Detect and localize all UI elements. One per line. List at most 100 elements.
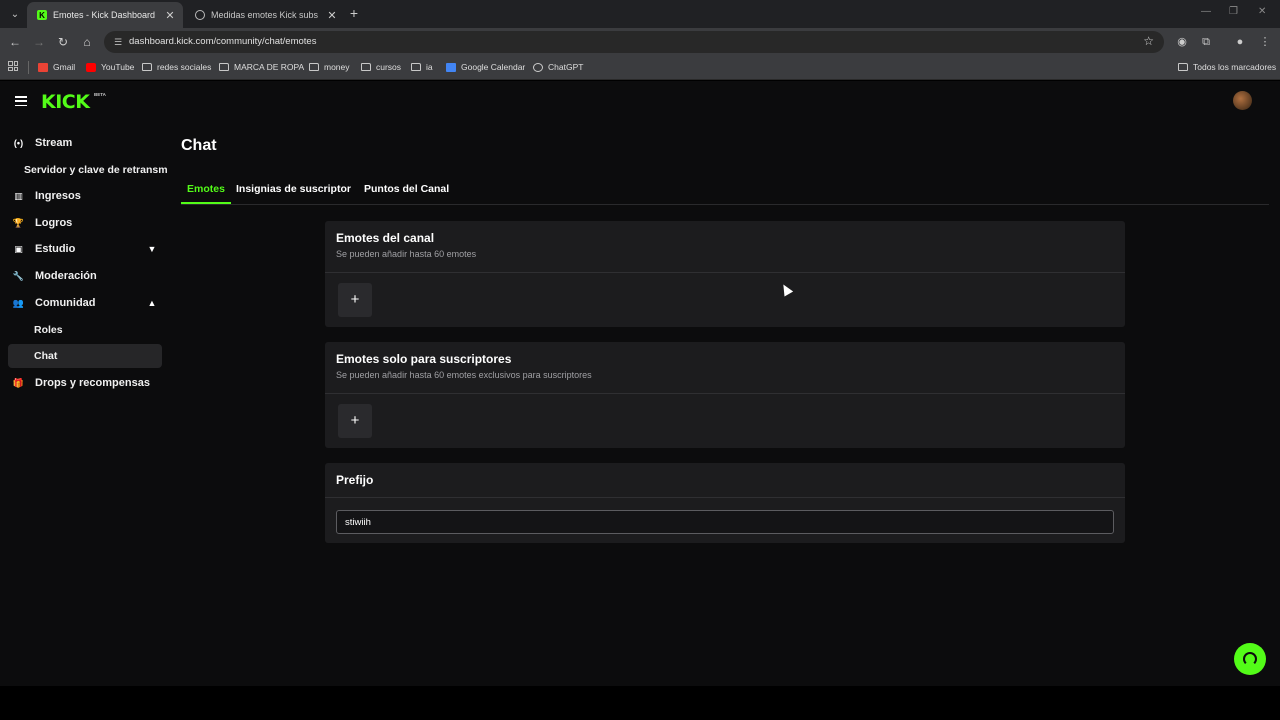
- tab-puntos[interactable]: Puntos del Canal: [364, 182, 449, 204]
- bookmark-folder[interactable]: cursos: [361, 62, 401, 72]
- card-header: Emotes solo para suscriptores Se pueden …: [325, 342, 1125, 394]
- studio-icon: ▣: [14, 243, 23, 254]
- add-sub-emote-button[interactable]: +: [338, 404, 372, 438]
- browser-tab-bar: ⌄ K Emotes - Kick Dashboard ✕ Medidas em…: [0, 0, 1280, 28]
- sidebar-item-moderacion[interactable]: 🔧 Moderación: [8, 264, 162, 288]
- bookmark-divider: [28, 61, 29, 74]
- forward-icon[interactable]: →: [31, 34, 47, 50]
- sidebar-item-label: Chat: [34, 350, 58, 362]
- dashboard-page: KICK BETA (•) Stream Servidor y clave de…: [0, 81, 1280, 686]
- sub-emotes-card: Emotes solo para suscriptores Se pueden …: [325, 342, 1125, 448]
- folder-icon: [411, 63, 421, 71]
- new-tab-button[interactable]: +: [346, 5, 362, 21]
- chevron-up-icon[interactable]: ▲: [146, 297, 158, 309]
- sidebar-item-label: Comunidad: [35, 297, 96, 309]
- sidebar-item-logros[interactable]: 🏆 Logros: [8, 211, 162, 235]
- help-support-button[interactable]: [1234, 643, 1266, 675]
- card-header: Prefijo: [325, 463, 1125, 498]
- tab-emotes[interactable]: Emotes: [181, 182, 231, 204]
- user-avatar[interactable]: [1233, 91, 1252, 110]
- tab-title: Emotes - Kick Dashboard: [53, 10, 156, 20]
- users-icon: 👥: [12, 297, 25, 308]
- bookmark-label: ia: [426, 62, 433, 72]
- bookmark-folder[interactable]: ia: [411, 62, 433, 72]
- headset-icon: [1243, 652, 1257, 666]
- taskbar-strip: [0, 686, 1280, 720]
- minimize-icon[interactable]: —: [1201, 6, 1211, 17]
- chart-icon: ▥: [14, 190, 23, 201]
- restore-icon[interactable]: ❐: [1229, 6, 1238, 17]
- bookmark-chatgpt[interactable]: ChatGPT: [533, 62, 583, 72]
- bookmark-folder[interactable]: money: [309, 62, 350, 72]
- sidebar-item-label: Logros: [35, 217, 73, 229]
- browser-tab-active[interactable]: K Emotes - Kick Dashboard ✕: [27, 2, 183, 28]
- browser-toolbar: ← → ↻ ⌂ ☰ dashboard.kick.com/community/c…: [0, 28, 1280, 56]
- bookmark-google-calendar[interactable]: Google Calendar: [446, 62, 525, 72]
- calendar-icon: [446, 62, 456, 72]
- sidebar-item-label: Stream: [35, 137, 73, 149]
- browser-tab[interactable]: Medidas emotes Kick subs ✕: [185, 2, 345, 28]
- bookmark-label: Google Calendar: [461, 62, 526, 72]
- bookmark-label: Gmail: [53, 62, 76, 72]
- card-title: Emotes del canal: [336, 231, 435, 245]
- close-tab-icon[interactable]: ✕: [325, 9, 339, 22]
- sidebar-item-label: Roles: [34, 324, 63, 336]
- sidebar-item-stream-key[interactable]: Servidor y clave de retransm: [14, 158, 174, 182]
- beta-badge: BETA: [94, 92, 106, 97]
- apps-grid-icon[interactable]: [8, 61, 18, 71]
- sidebar-item-stream[interactable]: (•) Stream: [8, 131, 162, 155]
- close-tab-icon[interactable]: ✕: [163, 9, 177, 22]
- folder-icon: [309, 63, 319, 71]
- tab-search-chevron-icon[interactable]: ⌄: [6, 5, 24, 23]
- hamburger-menu-icon[interactable]: [15, 96, 27, 106]
- profile-icon[interactable]: ●: [1233, 35, 1247, 49]
- address-bar[interactable]: ☰ dashboard.kick.com/community/chat/emot…: [104, 31, 1164, 53]
- sidebar-item-ingresos[interactable]: ▥ Ingresos: [8, 184, 162, 208]
- tab-insignias[interactable]: Insignias de suscriptor: [236, 182, 351, 204]
- sidebar-item-label: Moderación: [35, 270, 97, 282]
- wrench-icon: 🔧: [12, 270, 25, 281]
- chevron-down-icon[interactable]: ▼: [146, 243, 158, 255]
- youtube-icon: [86, 62, 96, 72]
- prefix-card: Prefijo: [325, 463, 1125, 543]
- url-text: dashboard.kick.com/community/chat/emotes: [129, 36, 317, 47]
- site-info-icon[interactable]: ☰: [112, 36, 124, 48]
- all-bookmarks[interactable]: Todos los marcadores: [1178, 62, 1276, 72]
- sidebar-item-drops[interactable]: 🎁 Drops y recompensas: [8, 371, 162, 395]
- card-subtitle: Se pueden añadir hasta 60 emotes exclusi…: [336, 370, 592, 380]
- incognito-icon[interactable]: ◉: [1175, 35, 1189, 49]
- close-window-icon[interactable]: ✕: [1258, 6, 1266, 17]
- sidebar-item-roles[interactable]: Roles: [8, 318, 162, 342]
- bookmark-star-icon[interactable]: ☆: [1143, 34, 1154, 48]
- sidebar-item-label: Drops y recompensas: [35, 377, 150, 389]
- bookmarks-bar: Gmail YouTube redes sociales MARCA DE RO…: [0, 56, 1280, 80]
- bookmark-folder[interactable]: redes sociales: [142, 62, 211, 72]
- bookmark-label: YouTube: [101, 62, 135, 72]
- tab-bar: Emotes Insignias de suscriptor Puntos de…: [181, 181, 1269, 205]
- folder-icon: [361, 63, 371, 71]
- menu-kebab-icon[interactable]: ⋮: [1258, 35, 1272, 49]
- sidebar-item-comunidad[interactable]: 👥 Comunidad ▲: [8, 291, 162, 315]
- extensions-icon[interactable]: ⧉: [1199, 35, 1213, 49]
- bookmark-youtube[interactable]: YouTube: [86, 62, 134, 72]
- prefix-input[interactable]: [336, 510, 1114, 534]
- reload-icon[interactable]: ↻: [55, 34, 71, 50]
- bookmark-label: redes sociales: [157, 62, 212, 72]
- sidebar-item-estudio[interactable]: ▣ Estudio ▼: [8, 237, 162, 261]
- card-title: Prefijo: [336, 473, 374, 487]
- kick-logo[interactable]: KICK: [41, 91, 90, 113]
- bookmark-label: MARCA DE ROPA: [234, 62, 305, 72]
- bookmark-label: Todos los marcadores: [1193, 62, 1277, 72]
- home-icon[interactable]: ⌂: [79, 34, 95, 50]
- bookmark-folder[interactable]: MARCA DE ROPA: [219, 62, 304, 72]
- bookmark-gmail[interactable]: Gmail: [38, 62, 75, 72]
- chatgpt-icon: [533, 62, 543, 72]
- trophy-icon: 🏆: [12, 217, 25, 228]
- card-header: Emotes del canal Se pueden añadir hasta …: [325, 221, 1125, 273]
- add-emote-button[interactable]: +: [338, 283, 372, 317]
- broadcast-icon: (•): [13, 137, 24, 148]
- sidebar-item-label: Estudio: [35, 243, 76, 255]
- back-icon[interactable]: ←: [7, 34, 23, 50]
- card-subtitle: Se pueden añadir hasta 60 emotes: [336, 249, 477, 259]
- sidebar-item-chat[interactable]: Chat: [8, 344, 162, 368]
